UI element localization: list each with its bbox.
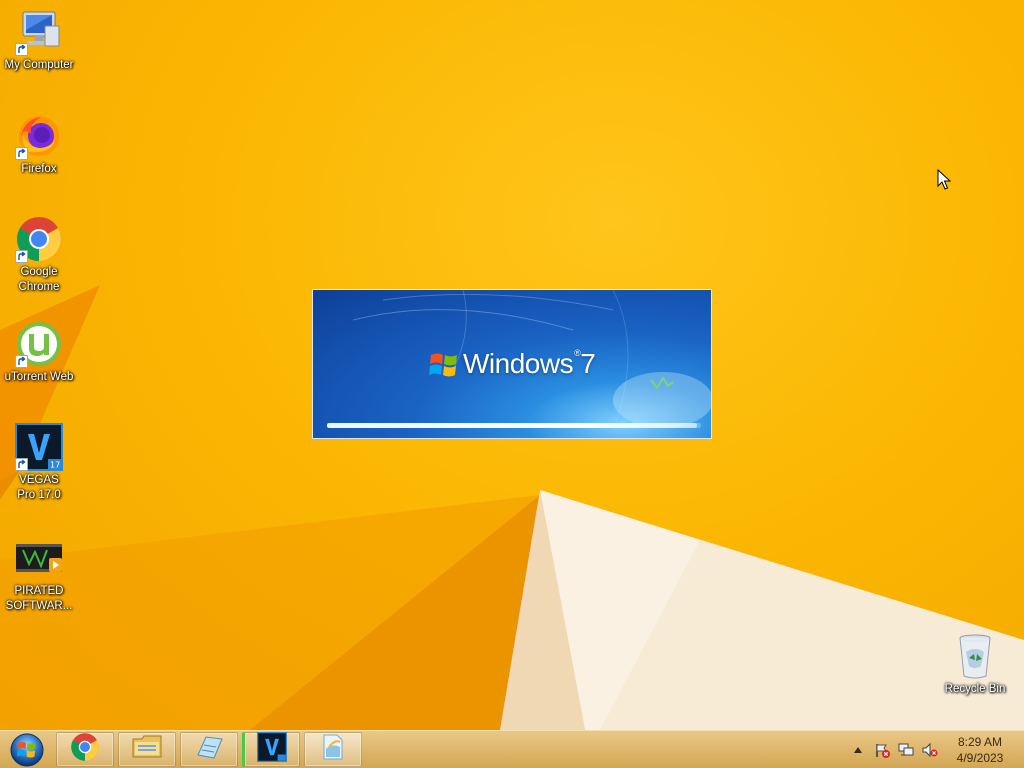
utorrent-icon bbox=[15, 320, 63, 368]
document-icon bbox=[320, 733, 346, 766]
firefox-icon bbox=[15, 112, 63, 160]
boot-progress-fill bbox=[327, 423, 698, 428]
splash-version: 7 bbox=[580, 348, 596, 379]
show-hidden-icons-button[interactable] bbox=[849, 741, 867, 759]
chrome-icon bbox=[70, 732, 100, 767]
windows-boot-splash: Windows®7 bbox=[312, 289, 712, 439]
desktop-icon-label: My Computer bbox=[4, 59, 74, 71]
volume-muted-icon[interactable] bbox=[921, 741, 939, 759]
windows-logo-icon bbox=[429, 350, 459, 380]
start-button[interactable] bbox=[5, 732, 49, 768]
taskbar-app-file-explorer[interactable] bbox=[118, 732, 176, 767]
shortcut-arrow-icon bbox=[15, 43, 28, 56]
recycle-bin-icon bbox=[951, 632, 999, 680]
taskbar-clock[interactable]: 8:29 AM 4/9/2023 bbox=[940, 734, 1020, 766]
vegas-icon bbox=[257, 732, 287, 767]
vegas-icon: 17 bbox=[15, 423, 63, 471]
clock-time: 8:29 AM bbox=[957, 735, 1003, 749]
splash-title-text: Windows bbox=[463, 348, 574, 379]
desktop-icon-utorrent-web[interactable]: uTorrent Web bbox=[0, 320, 78, 385]
taskbar: 8:29 AM 4/9/2023 bbox=[0, 730, 1024, 768]
network-icon[interactable] bbox=[897, 741, 915, 759]
desktop-icon-recycle-bin[interactable]: Recycle Bin bbox=[936, 632, 1014, 697]
desktop-icon-my-computer[interactable]: My Computer bbox=[0, 8, 78, 73]
taskbar-app-vegas-pro[interactable] bbox=[242, 732, 300, 767]
video-file-icon bbox=[15, 540, 63, 576]
folder-icon bbox=[131, 733, 163, 766]
svg-text:17: 17 bbox=[50, 461, 60, 470]
desktop-icon-label: VEGAS Pro 17.0 bbox=[17, 474, 61, 501]
shortcut-arrow-icon bbox=[15, 250, 28, 263]
shortcut-arrow-icon bbox=[15, 147, 28, 160]
desktop-icon-firefox[interactable]: Firefox bbox=[0, 112, 78, 177]
desktop-icon-label: Recycle Bin bbox=[944, 683, 1006, 695]
splash-title: Windows®7 bbox=[463, 348, 596, 380]
taskbar-app-chrome[interactable] bbox=[56, 732, 114, 767]
boot-progress-bar bbox=[327, 423, 701, 428]
clock-date: 4/9/2023 bbox=[956, 751, 1004, 765]
desktop-icon-video-file[interactable]: PIRATED SOFTWAR... bbox=[0, 540, 78, 614]
taskbar-app-document[interactable] bbox=[304, 732, 362, 767]
desktop-icon-label: Firefox bbox=[21, 163, 57, 175]
shortcut-arrow-icon bbox=[15, 355, 28, 368]
mouse-cursor-icon bbox=[937, 168, 952, 191]
shortcut-arrow-icon bbox=[15, 458, 28, 471]
action-center-flag-icon[interactable] bbox=[873, 741, 891, 759]
desktop-icon-label: uTorrent Web bbox=[4, 371, 74, 383]
computer-icon bbox=[15, 8, 63, 56]
notepad-icon bbox=[194, 733, 224, 766]
desktop-icon-google-chrome[interactable]: Google Chrome bbox=[0, 215, 78, 295]
desktop-icon-vegas-pro[interactable]: 17 VEGAS Pro 17.0 bbox=[0, 423, 78, 503]
chrome-icon bbox=[15, 215, 63, 263]
desktop-icon-label: Google Chrome bbox=[18, 266, 60, 293]
taskbar-app-notepad[interactable] bbox=[180, 732, 238, 767]
desktop-icon-label: PIRATED SOFTWAR... bbox=[5, 585, 73, 612]
